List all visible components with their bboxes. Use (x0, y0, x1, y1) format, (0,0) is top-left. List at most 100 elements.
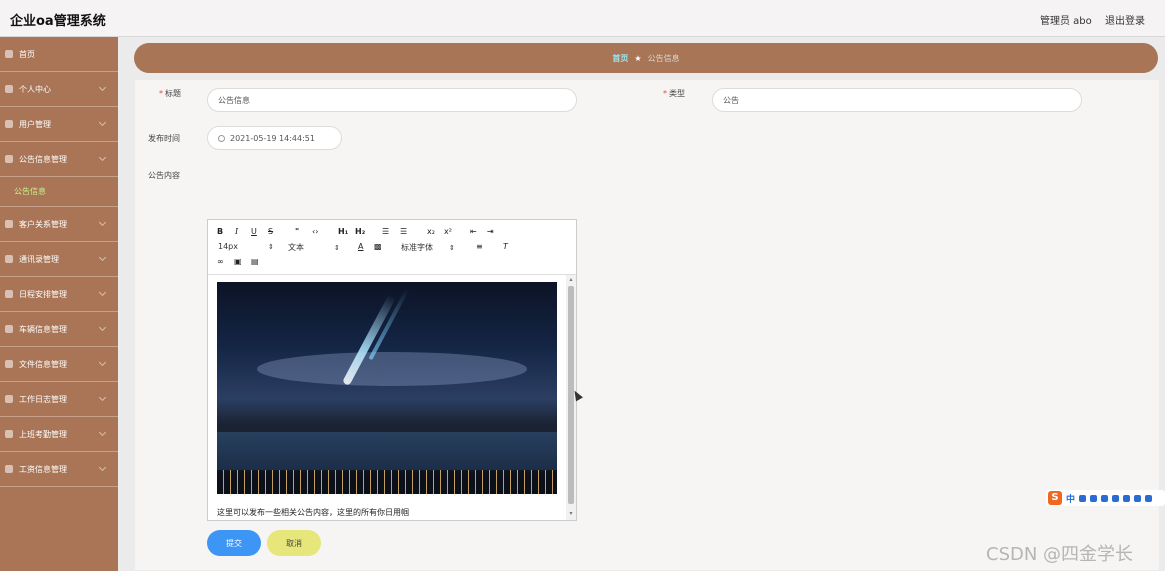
ime-keyboard-icon[interactable] (1112, 494, 1120, 502)
select-arrow-icon: ⇕ (449, 244, 455, 252)
sidebar-item-label: 个人中心 (19, 84, 51, 94)
bullet-list-icon[interactable]: ☰ (400, 227, 407, 236)
ime-tools-icon[interactable] (1123, 494, 1131, 502)
rich-text-editor[interactable]: B I U S " ‹› H₁ H₂ ☰ ☰ x₂ x² ⇤ ⇥ 14px ⇕ 文… (207, 219, 577, 521)
user-icon (5, 85, 13, 93)
underline-icon[interactable]: U (251, 227, 257, 236)
font-color-icon[interactable]: A (358, 242, 363, 251)
sidebar-item-label: 工资信息管理 (19, 464, 67, 474)
time-label: 发布时间 (148, 134, 180, 143)
sidebar-item-customer-relations[interactable]: 客户关系管理 (0, 207, 118, 242)
sidebar-item-vehicle[interactable]: 车辆信息管理 (0, 312, 118, 347)
sidebar-item-label: 日程安排管理 (19, 289, 67, 299)
sidebar-item-label: 客户关系管理 (19, 219, 67, 229)
sogou-logo-icon[interactable]: S (1048, 491, 1062, 505)
italic-icon[interactable]: I (235, 227, 238, 236)
chevron-up-icon (98, 153, 107, 162)
send-icon (5, 430, 13, 438)
top-header: 企业oa管理系统 管理员 abo 退出登录 (0, 0, 1165, 37)
chevron-down-icon (98, 358, 107, 367)
ordered-list-icon[interactable]: ☰ (382, 227, 389, 236)
ime-toolbar[interactable]: S 中 (1046, 490, 1165, 506)
sidebar-item-files[interactable]: 文件信息管理 (0, 347, 118, 382)
sidebar-item-label: 首页 (19, 49, 35, 59)
wallet-icon (5, 465, 13, 473)
publish-time-value: 2021-05-19 14:44:51 (230, 133, 315, 143)
ime-punctuation-icon[interactable] (1079, 494, 1087, 502)
form-card: * 标题 公告信息 * 类型 公告 发布时间 2021-05-19 14:44:51… (135, 80, 1159, 570)
breadcrumb-current: 公告信息 (647, 53, 680, 63)
align-icon[interactable]: ≡ (476, 242, 483, 251)
block-type-select[interactable]: 文本 ⇕ (288, 242, 340, 253)
contacts-icon (5, 255, 13, 263)
ime-mode[interactable]: 中 (1066, 492, 1075, 505)
publish-time-input[interactable]: 2021-05-19 14:44:51 (207, 126, 342, 150)
sidebar-item-user-management[interactable]: 用户管理 (0, 107, 118, 142)
breadcrumb-home[interactable]: 首页 (612, 53, 628, 64)
heading1-icon[interactable]: H₁ (338, 227, 348, 236)
chevron-down-icon (98, 83, 107, 92)
sidebar-item-work-log[interactable]: 工作日志管理 (0, 382, 118, 417)
sidebar-item-home[interactable]: 首页 (0, 37, 118, 72)
sidebar-item-salary[interactable]: 工资信息管理 (0, 452, 118, 487)
background-color-icon[interactable]: ▩ (374, 242, 382, 251)
code-icon[interactable]: ‹› (312, 227, 318, 236)
sidebar-subitem-notice-info[interactable]: 公告信息 (0, 177, 118, 207)
blockquote-icon[interactable]: " (295, 227, 299, 236)
sidebar-item-address-book[interactable]: 通讯录管理 (0, 242, 118, 277)
submit-button[interactable]: 提交 (207, 530, 261, 556)
chevron-down-icon (98, 288, 107, 297)
ime-menu-icon[interactable] (1145, 494, 1153, 502)
editor-body-text[interactable]: 这里可以发布一些相关公告内容，这里的所有你日用帼 (217, 507, 409, 518)
content-label: 公告内容 (148, 171, 180, 180)
select-arrow-icon: ⇕ (334, 244, 340, 252)
sidebar-item-attendance[interactable]: 上班考勤管理 (0, 417, 118, 452)
chevron-down-icon (98, 218, 107, 227)
heading2-icon[interactable]: H₂ (355, 227, 365, 236)
sidebar-item-personal-center[interactable]: 个人中心 (0, 72, 118, 107)
app-title: 企业oa管理系统 (10, 14, 106, 29)
required-mark: * (663, 89, 667, 98)
ime-voice-icon[interactable] (1101, 494, 1109, 502)
scroll-down-icon[interactable]: ▾ (568, 511, 574, 517)
type-input[interactable]: 公告 (712, 88, 1082, 112)
font-family-select[interactable]: 标准字体 ⇕ (401, 242, 455, 253)
ime-emoji-icon[interactable] (1090, 494, 1098, 502)
clock-icon (218, 134, 225, 142)
sidebar: 首页 个人中心 用户管理 公告信息管理 公告信息 客户关系管理 通讯录管理 日程… (0, 37, 118, 571)
chevron-down-icon (98, 118, 107, 127)
title-input[interactable]: 公告信息 (207, 88, 577, 112)
person-icon (5, 220, 13, 228)
document-icon (5, 360, 13, 368)
sidebar-item-notice-management[interactable]: 公告信息管理 (0, 142, 118, 177)
ime-skin-icon[interactable] (1134, 494, 1142, 502)
sidebar-item-schedule[interactable]: 日程安排管理 (0, 277, 118, 312)
editor-toolbar: B I U S " ‹› H₁ H₂ ☰ ☰ x₂ x² ⇤ ⇥ 14px ⇕ 文… (208, 220, 576, 275)
link-icon[interactable]: ∞ (217, 257, 224, 266)
required-mark: * (159, 89, 163, 98)
scroll-up-icon[interactable]: ▴ (568, 277, 574, 283)
superscript-icon[interactable]: x² (444, 227, 452, 236)
chevron-down-icon (98, 253, 107, 262)
video-icon[interactable]: ▤ (251, 257, 259, 266)
select-arrow-icon: ⇕ (268, 243, 274, 251)
cancel-button[interactable]: 取消 (267, 530, 321, 556)
outdent-icon[interactable]: ⇤ (470, 227, 477, 236)
clock-icon (5, 395, 13, 403)
inserted-image (217, 282, 557, 494)
type-label: * 类型 (663, 89, 685, 98)
bold-icon[interactable]: B (217, 227, 223, 236)
indent-icon[interactable]: ⇥ (487, 227, 494, 236)
sidebar-item-label: 上班考勤管理 (19, 429, 67, 439)
logout-link[interactable]: 退出登录 (1105, 12, 1145, 27)
subscript-icon[interactable]: x₂ (427, 227, 435, 236)
image-icon[interactable]: ▣ (234, 257, 242, 266)
chevron-down-icon (98, 323, 107, 332)
chevron-down-icon (98, 428, 107, 437)
message-icon (5, 325, 13, 333)
clear-format-icon[interactable]: T (503, 242, 508, 251)
font-size-select[interactable]: 14px ⇕ (218, 242, 274, 251)
strikethrough-icon[interactable]: S (268, 227, 273, 236)
star-icon: ★ (634, 53, 642, 63)
home-icon (5, 50, 13, 58)
